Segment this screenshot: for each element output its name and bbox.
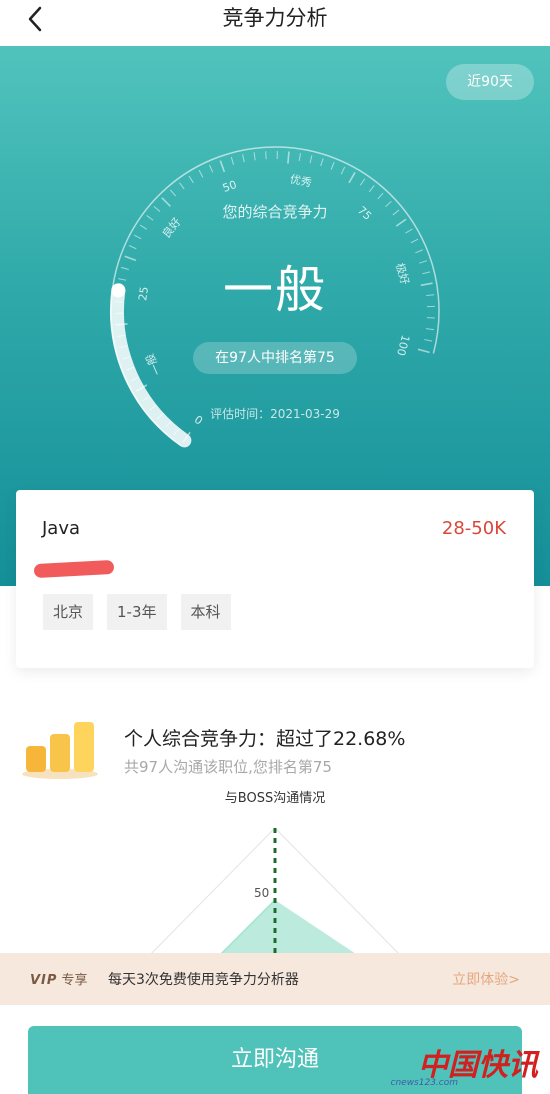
gauge-tick xyxy=(377,192,384,200)
gauge-tick xyxy=(330,162,335,170)
gauge-tick xyxy=(340,166,346,175)
gauge-tick xyxy=(242,154,245,163)
gauge-scale-label: 优秀 xyxy=(289,173,313,190)
competitiveness-level: 一般 xyxy=(223,261,327,319)
vip-text: 每天3次免费使用竞争力分析器 xyxy=(108,972,299,988)
gauge-scale-label: 50 xyxy=(221,178,239,195)
gauge-tick xyxy=(128,245,137,250)
gauge-tick xyxy=(417,348,430,354)
gauge-tick xyxy=(198,169,204,178)
salary-range: 28-50K xyxy=(441,518,506,539)
gauge-tick xyxy=(230,156,235,165)
gauge-tick xyxy=(298,152,301,162)
gauge-tick xyxy=(425,328,434,331)
gauge-tick xyxy=(219,160,226,173)
job-tags: 北京 1-3年 本科 xyxy=(43,594,231,630)
gauge-tick xyxy=(179,182,185,190)
vip-banner[interactable]: VIP 专享 每天3次免费使用竞争力分析器 立即体验> xyxy=(0,953,550,1005)
radar-tick-label: 50 xyxy=(254,886,270,900)
boss-communication-radar xyxy=(144,827,406,960)
gauge-tick xyxy=(410,238,419,244)
rank-badge: 在97人中排名第75 xyxy=(193,342,357,374)
job-name: Java xyxy=(42,518,81,539)
watermark-url: cnews123.com xyxy=(390,1078,459,1088)
top-bar: 竞争力分析 xyxy=(0,0,550,46)
bar-chart-icon xyxy=(22,722,98,779)
redaction-mark xyxy=(33,559,115,579)
gauge-scale-label: 一般 xyxy=(143,352,164,377)
gauge-tick xyxy=(320,158,324,167)
competitiveness-subtitle: 共97人沟通该职位,您排名第75 xyxy=(124,758,332,776)
gauge-tick xyxy=(209,164,214,173)
gauge-scale-label: 100 xyxy=(394,333,412,357)
gauge-tick xyxy=(139,224,148,230)
gauge-tick xyxy=(253,152,256,161)
radar-chart-title: 与BOSS沟通情况 xyxy=(224,791,326,806)
gauge-tick xyxy=(424,339,433,342)
tag-education: 本科 xyxy=(180,594,231,630)
gauge-tick xyxy=(170,189,176,197)
evaluation-time: 评估时间：2021-03-29 xyxy=(210,407,340,421)
competitiveness-title: 个人综合竞争力：超过了22.68% xyxy=(124,728,406,750)
radar-area xyxy=(215,900,365,960)
job-card[interactable]: Java 28-50K 北京 1-3年 本科 xyxy=(16,490,534,668)
tag-city: 北京 xyxy=(43,594,94,630)
vip-badge: VIP 专享 xyxy=(30,973,88,988)
gauge-tick xyxy=(405,228,413,234)
tag-experience: 1-3年 xyxy=(107,594,167,630)
gauge-tick xyxy=(133,234,142,240)
gauge-tick xyxy=(309,155,313,164)
gauge-tick xyxy=(188,175,194,184)
gauge-tick xyxy=(359,178,366,186)
vip-try-now-link[interactable]: 立即体验> xyxy=(452,969,520,989)
gauge-tick xyxy=(348,172,356,184)
gauge-tick xyxy=(368,185,375,193)
page-title: 竞争力分析 xyxy=(222,6,328,30)
gauge-caption: 您的综合竞争力 xyxy=(222,203,328,221)
gauge-tick xyxy=(287,151,290,164)
